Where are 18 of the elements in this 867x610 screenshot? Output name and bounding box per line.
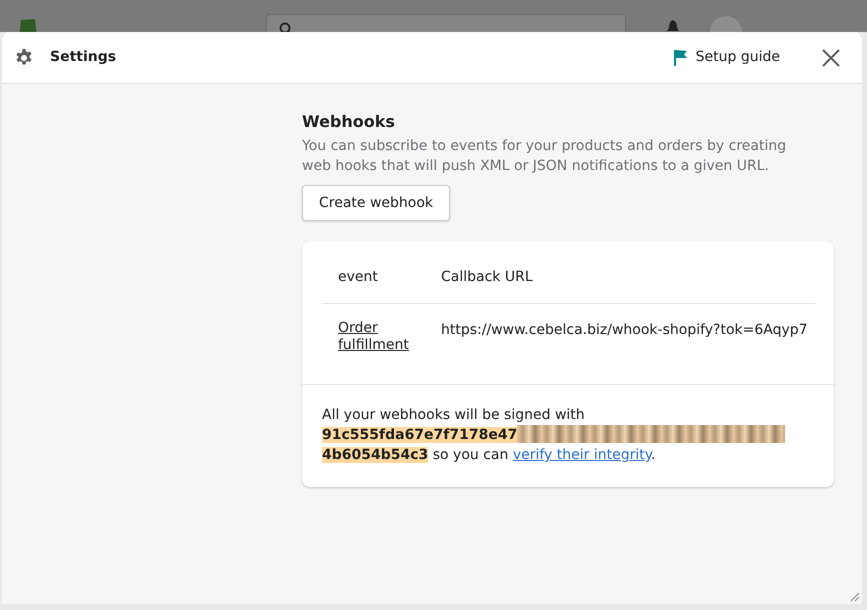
close-button[interactable] [820,46,842,68]
setup-guide-button[interactable]: Setup guide [674,47,780,68]
column-header: Callback URL [441,268,533,287]
column-header: event [338,268,379,287]
flag-icon [674,48,688,66]
close-icon [822,48,840,66]
search-icon [279,22,293,32]
signature-text: All your webhooks will be signed with 91c555fda67e7f7178e47 4b6054b54c3 so you can verify their integrity. [322,405,817,465]
integrity-link[interactable]: verify their integrity [512,447,652,463]
resize-grip-icon[interactable] [848,590,860,602]
modal-title: Settings [50,48,116,67]
settings-icon [14,48,34,68]
create-webhook-button[interactable]: Create webhook [302,185,450,221]
callback-url: https://www.cebelca.biz/whook-shopify?tok=6Aqyp7 [441,321,808,340]
section-heading: Webhooks [302,112,396,132]
event-link[interactable]: Order fulfillment [338,320,418,354]
bell-icon[interactable] [667,20,679,32]
section-description: You can subscribe to events for your products and orders by creating web hooks that will push XML or JSON notifications to a given URL. [302,137,788,176]
